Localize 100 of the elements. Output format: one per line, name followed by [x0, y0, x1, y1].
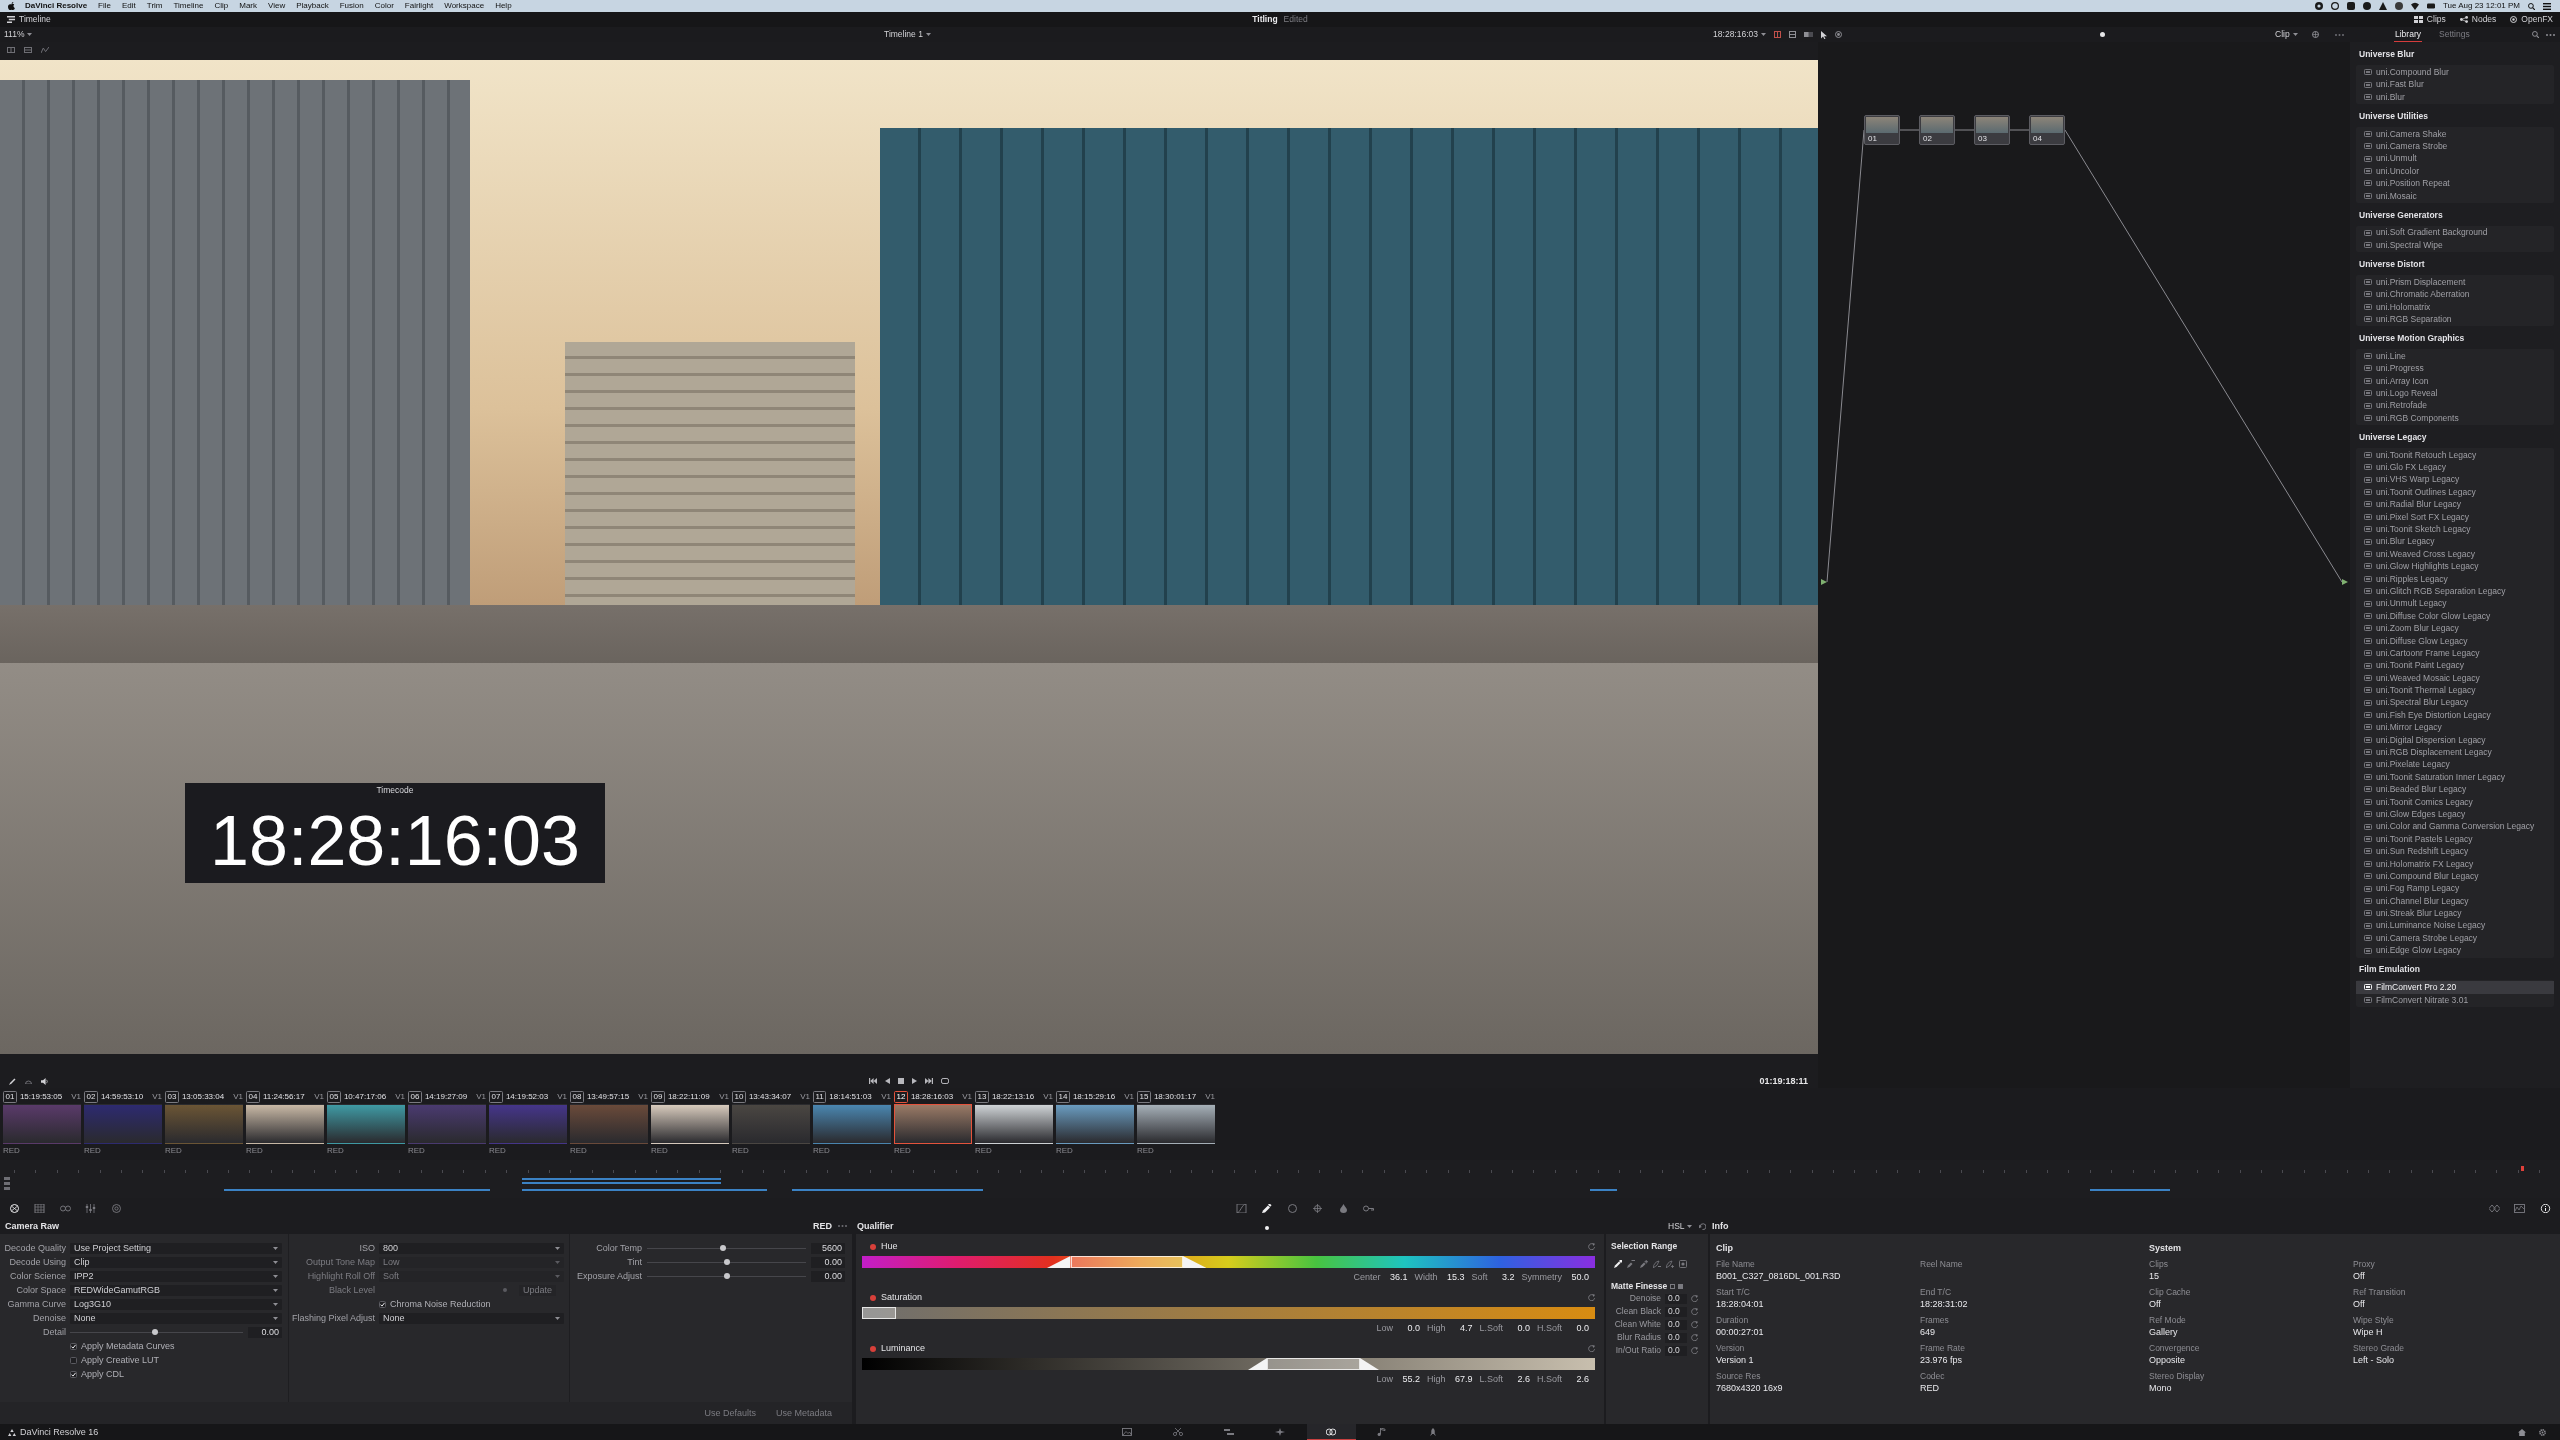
thumbnail-placeholder[interactable]	[894, 1104, 972, 1144]
effect-item[interactable]: uni.Unmult Legacy	[2356, 597, 2554, 610]
menu-item[interactable]: Timeline	[173, 2, 204, 10]
menu-item[interactable]: Workspace	[444, 2, 485, 10]
thumbnail-placeholder[interactable]	[84, 1104, 162, 1144]
skip-back-icon[interactable]	[868, 1078, 877, 1084]
value-field[interactable]: 0.0	[1665, 1319, 1687, 1330]
effect-item[interactable]: uni.Color and Gamma Conversion Legacy	[2356, 820, 2554, 833]
menu-item[interactable]: Color	[374, 2, 394, 10]
timeline-button[interactable]: Timeline	[7, 15, 51, 24]
slider-thumb[interactable]	[723, 1273, 730, 1279]
effect-item[interactable]: uni.Logo Reveal	[2356, 387, 2554, 400]
param-value[interactable]: 50.0	[1569, 1272, 1589, 1282]
menu-item[interactable]: Trim	[146, 2, 163, 10]
effect-item[interactable]: uni.Toonit Saturation Inner Legacy	[2356, 770, 2554, 784]
effect-item[interactable]: uni.RGB Displacement Legacy	[2356, 746, 2554, 759]
eyedropper-minus-icon[interactable]	[1627, 1260, 1635, 1268]
stop-icon[interactable]	[897, 1078, 904, 1084]
effect-item[interactable]: uni.Fish Eye Distortion Legacy	[2356, 708, 2554, 722]
reset-icon[interactable]	[1588, 1243, 1595, 1250]
keyframe-icon[interactable]	[2488, 1203, 2500, 1213]
effect-item[interactable]: uni.Ripples Legacy	[2356, 572, 2554, 585]
checkbox[interactable]	[70, 1370, 77, 1378]
param-value[interactable]: 67.9	[1452, 1374, 1473, 1384]
dropdown-field[interactable]: Use Project Setting	[70, 1242, 282, 1254]
effect-item[interactable]: uni.Spectral Wipe	[2356, 238, 2554, 252]
effect-item[interactable]: uni.Spectral Blur Legacy	[2356, 696, 2554, 709]
thumbnail-placeholder[interactable]	[975, 1104, 1053, 1144]
softness-handle-icon[interactable]	[1359, 1358, 1379, 1370]
effect-item[interactable]: uni.Fast Blur	[2356, 78, 2554, 91]
thumbnail-placeholder[interactable]	[165, 1104, 243, 1144]
dropdown-field[interactable]: Clip	[70, 1256, 282, 1268]
checkbox[interactable]	[379, 1300, 386, 1308]
menu-item[interactable]: View	[268, 2, 286, 10]
panel-toggle[interactable]: Nodes	[2459, 15, 2497, 24]
effect-item[interactable]: uni.Luminance Noise Legacy	[2356, 919, 2554, 932]
thumbnail-placeholder[interactable]	[813, 1104, 891, 1144]
softness-handle-icon[interactable]	[1047, 1256, 1071, 1268]
search-icon[interactable]	[2528, 2, 2535, 10]
value-field[interactable]: 0.00	[811, 1270, 845, 1282]
effect-item[interactable]: uni.Blur Legacy	[2356, 535, 2554, 548]
thumbnail-placeholder[interactable]	[408, 1104, 486, 1144]
checkbox[interactable]	[70, 1342, 77, 1350]
effect-item[interactable]: uni.Pixel Sort FX Legacy	[2356, 510, 2554, 524]
effect-item[interactable]: uni.Blur	[2356, 90, 2554, 104]
square-dot-icon[interactable]	[1679, 1260, 1687, 1268]
enable-dot-icon[interactable]	[870, 1345, 876, 1352]
effect-item[interactable]: uni.Camera Shake	[2356, 127, 2554, 141]
thumbnail-placeholder[interactable]	[3, 1104, 81, 1144]
param-value[interactable]: 0.0	[1399, 1323, 1420, 1333]
eyedropper-icon[interactable]	[1261, 1203, 1272, 1213]
effect-item[interactable]: uni.Toonit Outlines Legacy	[2356, 485, 2554, 499]
effect-item[interactable]: uni.Zoom Blur Legacy	[2356, 622, 2554, 635]
softness-handle-icon[interactable]	[1247, 1358, 1267, 1370]
effect-item[interactable]: uni.Mirror Legacy	[2356, 721, 2554, 734]
effect-item[interactable]: uni.Mosaic	[2356, 189, 2554, 202]
panel-toggle[interactable]: OpenFX	[2510, 15, 2553, 24]
reverse-play-icon[interactable]	[884, 1078, 890, 1084]
feather-minus-icon[interactable]	[1653, 1260, 1661, 1268]
pen-icon[interactable]	[9, 1077, 16, 1085]
range-selection[interactable]	[1266, 1358, 1360, 1370]
key-icon[interactable]	[1363, 1203, 1374, 1213]
effect-item[interactable]: uni.Toonit Paint Legacy	[2356, 659, 2554, 672]
param-value[interactable]: 2.6	[1510, 1374, 1530, 1384]
node[interactable]: 03	[1974, 115, 2010, 145]
panel-tab[interactable]: Settings	[2438, 27, 2471, 42]
effect-item[interactable]: uni.Uncolor	[2356, 164, 2554, 178]
undo-icon[interactable]	[1698, 1222, 1706, 1230]
effect-item[interactable]: uni.Toonit Comics Legacy	[2356, 795, 2554, 809]
node[interactable]: 01	[1864, 115, 1900, 145]
square-outline-icon[interactable]	[1670, 1283, 1676, 1289]
effect-item[interactable]: uni.RGB Components	[2356, 411, 2554, 425]
thumbnail-placeholder[interactable]	[489, 1104, 567, 1144]
dropdown-field[interactable]: IPP2	[70, 1270, 282, 1282]
param-value[interactable]: 15.3	[1444, 1272, 1465, 1282]
effect-item[interactable]: uni.Holomatrix FX Legacy	[2356, 857, 2554, 870]
value-field[interactable]: 0.0	[1665, 1332, 1687, 1343]
softness-handle-icon[interactable]	[1182, 1256, 1207, 1268]
more-options-icon[interactable]	[2546, 33, 2555, 36]
effect-item[interactable]: uni.Toonit Thermal Legacy	[2356, 684, 2554, 697]
thumbnail-placeholder[interactable]	[732, 1104, 810, 1144]
effect-item[interactable]: uni.Prism Displacement	[2356, 275, 2554, 289]
input-port-icon[interactable]	[1821, 579, 1827, 585]
value-field[interactable]: 0.0	[1665, 1345, 1687, 1356]
effect-item[interactable]: uni.Toonit Sketch Legacy	[2356, 523, 2554, 536]
output-port-icon[interactable]	[2342, 579, 2348, 585]
luminance-bar[interactable]	[862, 1358, 1595, 1370]
settings-icon[interactable]	[2539, 1428, 2546, 1436]
thumbnail-placeholder[interactable]	[327, 1104, 405, 1144]
slider-thumb[interactable]	[151, 1329, 158, 1335]
timeline-dropdown[interactable]: Timeline 1	[884, 30, 931, 39]
slider-thumb[interactable]	[720, 1245, 727, 1251]
effect-item[interactable]: uni.Progress	[2356, 362, 2554, 375]
waveform-icon[interactable]	[2514, 1203, 2525, 1213]
split-view-icon[interactable]	[1774, 31, 1781, 38]
dropdown-field[interactable]: 800	[379, 1242, 564, 1254]
crosshair-circle-icon[interactable]	[2311, 31, 2319, 38]
param-value[interactable]: 55.2	[1399, 1374, 1420, 1384]
crosshair-icon[interactable]	[1312, 1203, 1323, 1213]
effect-item[interactable]: uni.Channel Blur Legacy	[2356, 894, 2554, 908]
